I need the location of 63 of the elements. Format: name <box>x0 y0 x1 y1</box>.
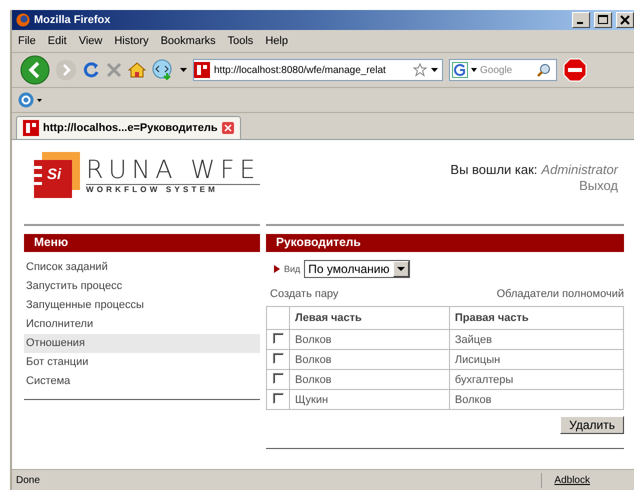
reload-icon[interactable] <box>82 61 100 79</box>
create-pair-link[interactable]: Создать пару <box>270 288 338 300</box>
triangle-icon <box>274 265 280 273</box>
menu-item[interactable]: Bookmarks <box>156 33 220 49</box>
login-label: Вы вошли как: <box>450 162 538 177</box>
sidebar-item[interactable]: Исполнители <box>24 315 260 334</box>
sync-icon[interactable] <box>18 92 34 108</box>
search-bar[interactable]: Google <box>449 59 557 81</box>
menu-item[interactable]: View <box>74 33 106 49</box>
url-field[interactable]: http://localhost:8080/wfe/manage_relat <box>193 59 443 81</box>
dropdown-icon[interactable] <box>393 261 410 277</box>
menu-item[interactable]: History <box>110 33 153 49</box>
panel-header: Руководитель <box>266 234 624 252</box>
back-icon[interactable] <box>20 55 50 85</box>
table-cell: Волков <box>449 390 624 410</box>
menu-item[interactable]: Edit <box>44 33 71 49</box>
sidebar-item[interactable]: Запущенные процессы <box>24 296 260 315</box>
status-panel[interactable]: Adblock <box>541 472 602 488</box>
table-cell: Щукин <box>290 390 450 410</box>
menu-item[interactable]: Tools <box>224 33 258 49</box>
column-header: Правая часть <box>449 306 624 330</box>
table-cell: Волков <box>290 330 450 350</box>
sidebar-item[interactable]: Бот станции <box>24 353 260 372</box>
table-cell: Волков <box>290 370 450 390</box>
logo-tagline: WORKFLOW SYSTEM <box>86 185 219 194</box>
adblock-icon[interactable] <box>563 58 587 82</box>
maximize-icon[interactable] <box>594 12 612 28</box>
view-select[interactable]: По умолчанию <box>304 260 410 278</box>
menu-item[interactable]: File <box>14 33 40 49</box>
site-icon <box>23 120 39 136</box>
delete-button[interactable]: Удалить <box>560 416 624 434</box>
site-icon <box>194 62 210 78</box>
table-cell: Волков <box>290 350 450 370</box>
logout-link[interactable]: Выход <box>579 178 618 193</box>
search-icon[interactable] <box>537 63 551 77</box>
status-text: Done <box>15 474 41 486</box>
close-icon[interactable] <box>616 12 634 28</box>
sidebar-item[interactable]: Список заданий <box>24 258 260 277</box>
google-icon[interactable] <box>452 62 468 78</box>
window-title: Mozilla Firefox <box>34 14 112 26</box>
menu-header: Меню <box>24 234 260 252</box>
view-label: Вид <box>284 264 300 274</box>
table-cell: Лисицын <box>449 350 624 370</box>
dropdown-icon[interactable] <box>180 68 187 72</box>
table-cell: бухгалтеры <box>449 370 624 390</box>
firefox-icon <box>16 13 30 27</box>
column-header: Левая часть <box>290 306 450 330</box>
sidebar-item[interactable]: Запустить процесс <box>24 277 260 296</box>
sidebar-item[interactable]: Система <box>24 372 260 391</box>
menu-item[interactable]: Help <box>261 33 292 49</box>
dropdown-icon[interactable] <box>37 98 42 102</box>
code-download-icon[interactable] <box>152 59 174 81</box>
minimize-icon[interactable] <box>572 12 590 28</box>
sidebar-item[interactable]: Отношения <box>24 334 260 353</box>
logo-name: RUNA WFE <box>86 156 260 185</box>
browser-tab[interactable]: http://localhos...e=Руководитель <box>16 116 241 139</box>
table-cell: Зайцев <box>449 330 624 350</box>
star-icon[interactable] <box>413 63 427 77</box>
user-name: Administrator <box>541 162 618 177</box>
home-icon[interactable] <box>128 62 146 78</box>
dropdown-icon[interactable] <box>471 68 477 72</box>
dropdown-icon[interactable] <box>431 68 438 72</box>
owners-link[interactable]: Обладатели полномочий <box>496 288 624 300</box>
